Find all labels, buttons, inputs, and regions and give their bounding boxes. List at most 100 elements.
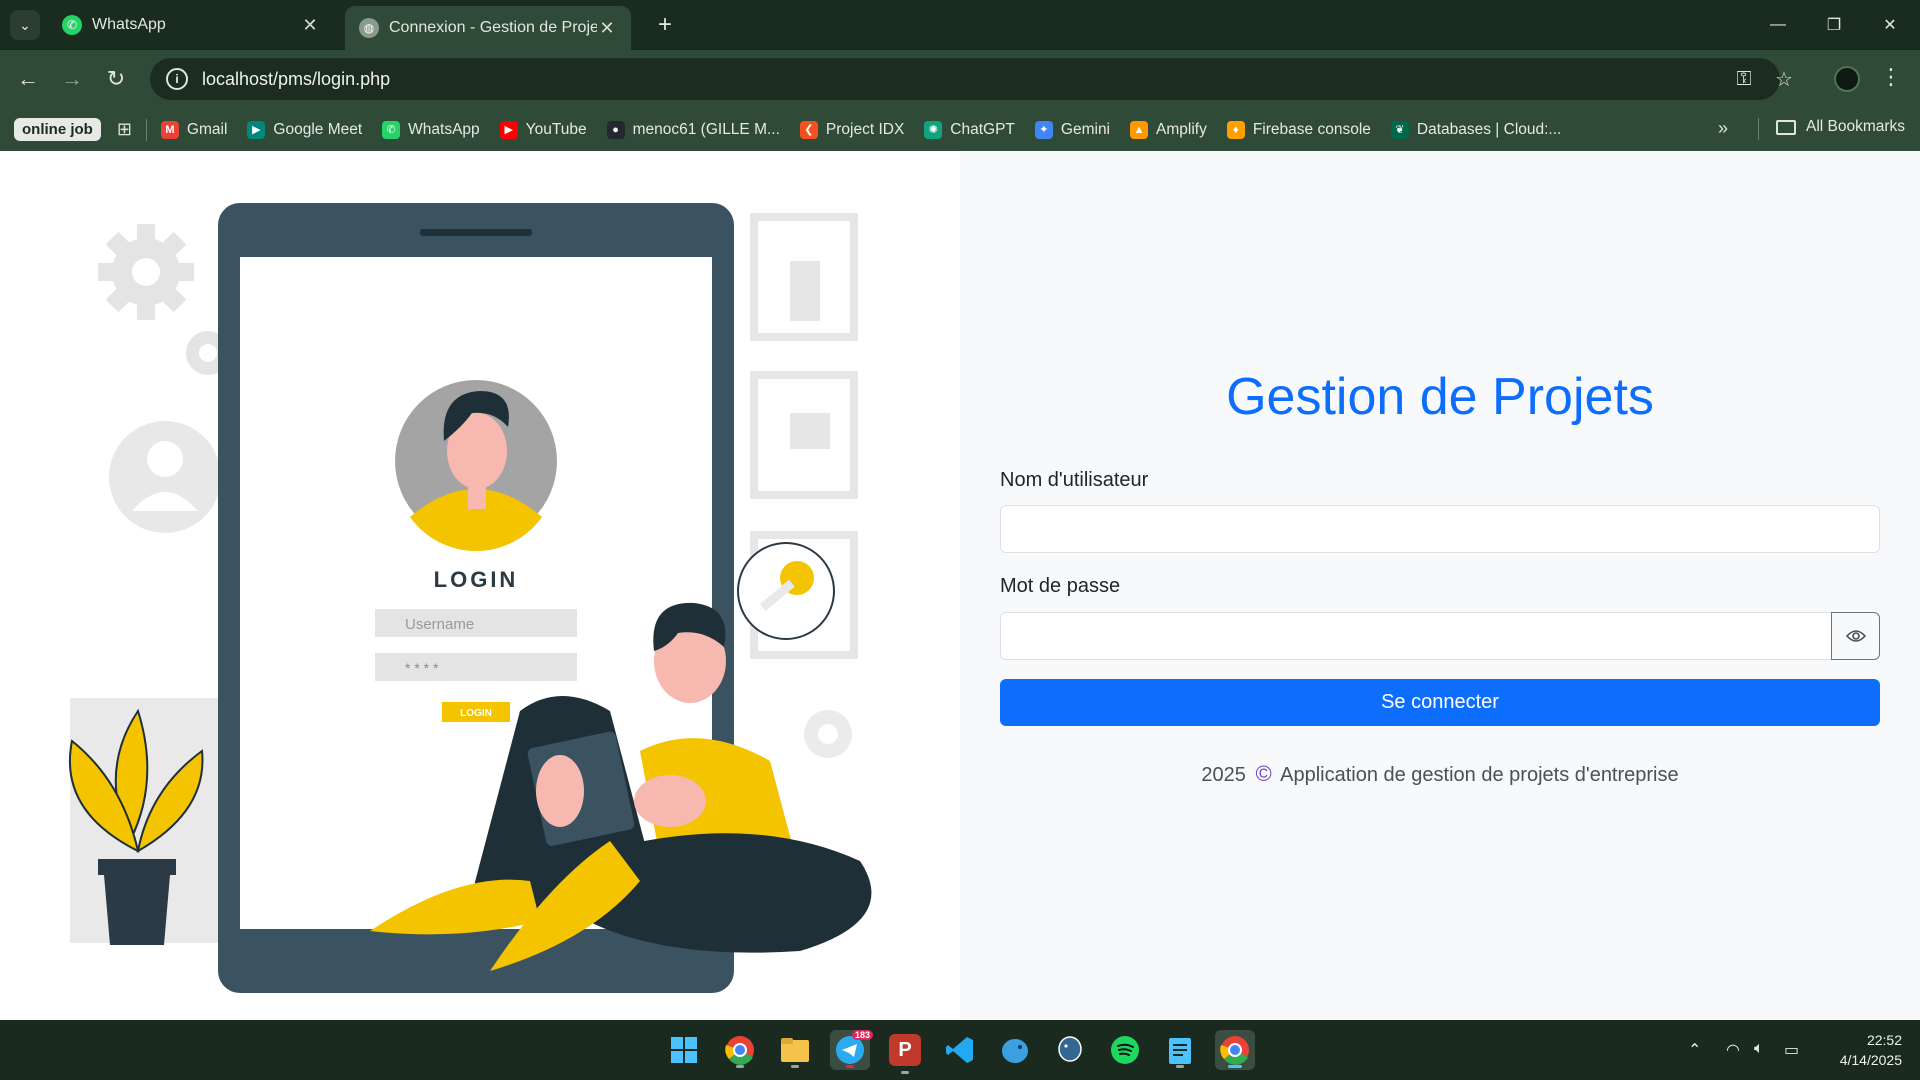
phone-screen [240,257,712,929]
login-submit-button[interactable]: Se connecter [1000,679,1880,726]
key-icon [737,542,835,640]
volume-icon[interactable]: 🔈︎ [1754,1040,1764,1058]
more-menu-icon[interactable]: ⋮ [1880,64,1902,90]
gmail-icon: M [160,120,179,139]
amplify-icon: ▲ [1130,120,1149,139]
bookmark-list: M Gmail ▶ Google Meet ✆ WhatsApp ▶ YouTube ● meno… [160,120,1581,139]
tab-whatsapp[interactable]: ✆ WhatsApp ✕ [48,6,334,44]
bookmark-label: Databases | Cloud:... [1416,120,1562,138]
bookmark-item[interactable]: ❮ Project IDX [799,120,905,139]
tab-login[interactable]: ◍ Connexion - Gestion de Projets ✕ [345,6,631,50]
notepad-icon[interactable] [1160,1030,1200,1070]
postman-icon[interactable]: P [889,1034,921,1074]
battery-icon[interactable]: ▭ [1784,1040,1799,1060]
reload-icon: ↻ [106,66,126,91]
reload-button[interactable]: ↻ [100,63,132,95]
toggle-password-button[interactable] [1831,612,1880,660]
bookmark-chip[interactable]: online job [14,118,101,141]
vscode-icon[interactable] [940,1030,980,1070]
globe-icon: ◍ [359,18,379,38]
gemini-icon: ✦ [1034,120,1053,139]
bookmark-label: WhatsApp [408,120,480,138]
bookmark-label: Amplify [1156,120,1207,138]
login-panel: Gestion de Projets Nom d'utilisateur Mot… [960,151,1920,1020]
bookmark-item[interactable]: M Gmail [160,120,228,139]
all-bookmarks-label: All Bookmarks [1806,118,1906,135]
new-tab-button[interactable]: + [650,10,680,40]
running-indicator [901,1071,909,1074]
url-text: localhost/pms/login.php [202,68,391,89]
folder-icon [1776,119,1796,135]
password-key-icon[interactable]: ⚿ [1726,58,1762,100]
minimize-button[interactable]: — [1750,0,1806,50]
bookmark-label: Project IDX [825,120,905,138]
browser-toolbar: ← → ↻ i localhost/pms/login.php ⚿ ☆ ⋮ [0,50,1920,108]
apps-grid-icon[interactable]: ⊞ [117,119,132,140]
bookmark-item[interactable]: ▲ Amplify [1130,120,1207,139]
bookmark-item[interactable]: ✆ WhatsApp [382,120,480,139]
chevron-up-icon[interactable]: ⌃ [1688,1040,1701,1060]
address-bar[interactable]: i localhost/pms/login.php [150,58,1780,100]
dbeaver-icon[interactable] [995,1030,1035,1070]
bookmark-item[interactable]: ● menoc61 (GILLE M... [606,120,780,139]
bookmark-label: Gmail [186,120,228,138]
page-title: Gestion de Projets [1226,368,1654,426]
close-icon[interactable]: ✕ [597,18,617,39]
chevron-down-icon: ⌄ [19,16,31,33]
all-bookmarks-button[interactable]: All Bookmarks [1776,118,1905,136]
illustration-password-mask: * * * * [405,660,439,676]
bookmark-item[interactable]: ❦ Databases | Cloud:... [1390,120,1562,139]
telegram-icon[interactable]: 183 [830,1030,874,1070]
running-indicator [791,1065,799,1068]
bookmark-star-icon[interactable]: ☆ [1766,58,1802,100]
restore-button[interactable]: ❐ [1806,0,1862,50]
copyright-icon: © [1255,761,1272,786]
chevron-double-right-icon[interactable]: » [1718,118,1728,139]
spotify-icon[interactable] [1105,1030,1145,1070]
bookmark-label: YouTube [525,120,587,138]
tab-title: Connexion - Gestion de Projets [389,19,597,36]
bookmark-item[interactable]: ▶ Google Meet [247,120,363,139]
clock-time: 22:52 [1866,1032,1902,1048]
password-label: Mot de passe [1000,575,1121,597]
bookmark-item[interactable]: ✦ Gemini [1034,120,1110,139]
forward-button[interactable]: → [56,63,88,95]
password-input[interactable] [1000,612,1832,660]
chrome-icon[interactable] [720,1030,760,1070]
close-icon[interactable]: ✕ [300,15,320,36]
eye-icon [1845,630,1866,642]
postgresql-icon[interactable] [1050,1030,1090,1070]
chrome-profile-icon[interactable] [1215,1030,1255,1070]
bookmark-item[interactable]: ▶ YouTube [499,120,587,139]
username-input[interactable] [1000,505,1880,553]
tab-search-button[interactable]: ⌄ [10,10,40,40]
bookmark-item[interactable]: ✺ ChatGPT [924,120,1015,139]
login-illustration: LOGIN Username * * * * LOGIN [0,151,960,1020]
divider [1758,118,1759,140]
page-content: LOGIN Username * * * * LOGIN Gestion de … [0,151,1920,1020]
firebase-icon: ♦ [1226,120,1245,139]
running-indicator [846,1065,854,1068]
profile-avatar[interactable] [1834,66,1860,92]
bookmark-label: Google Meet [273,120,363,138]
tab-strip: ⌄ ✆ WhatsApp ✕ ◍ Connexion - Gestion de … [0,0,1920,50]
bookmark-label: Firebase console [1252,120,1371,138]
illustration-button-label: LOGIN [460,708,492,719]
mongodb-icon: ❦ [1390,120,1409,139]
site-info-icon[interactable]: i [166,68,188,90]
divider [145,118,147,141]
file-explorer-icon[interactable] [775,1030,815,1070]
illustration-svg: LOGIN Username * * * * LOGIN [68,203,872,993]
gear-icon [804,710,852,758]
whatsapp-icon: ✆ [382,120,401,139]
bookmark-item[interactable]: ♦ Firebase console [1226,120,1371,139]
illustration-heading: LOGIN [434,567,519,592]
bookmarks-bar: online job ⊞ M Gmail ▶ Google Meet ✆ WhatsApp… [0,108,1920,151]
system-clock[interactable]: 22:52 4/14/2025 [1822,1030,1902,1070]
user-placeholder-icon [109,421,221,533]
youtube-icon: ▶ [499,120,518,139]
windows-start-icon[interactable] [664,1030,704,1070]
back-button[interactable]: ← [12,63,44,95]
wifi-icon[interactable]: ◠ [1726,1040,1740,1060]
window-close-button[interactable]: ✕ [1862,0,1918,50]
